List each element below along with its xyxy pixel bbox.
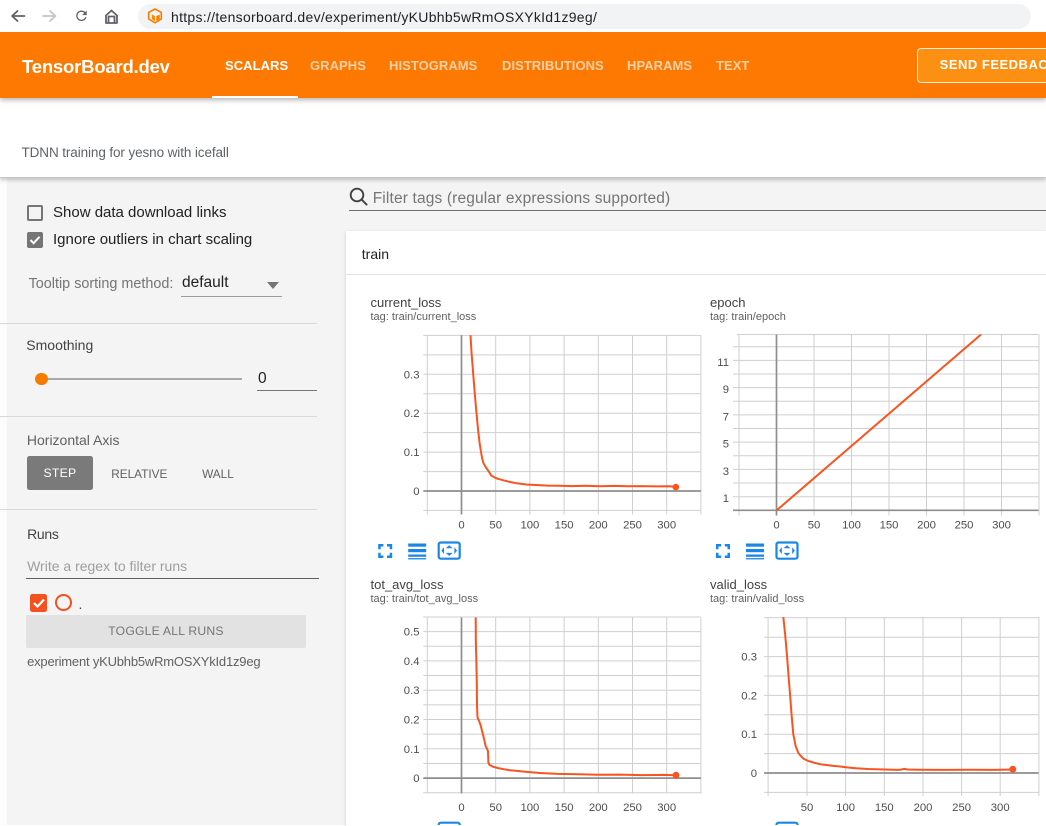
svg-text:250: 250 (623, 520, 642, 532)
svg-text:0: 0 (458, 802, 464, 814)
svg-text:150: 150 (555, 802, 574, 814)
svg-text:100: 100 (842, 520, 861, 532)
svg-text:0.5: 0.5 (404, 627, 420, 639)
svg-text:0: 0 (413, 486, 419, 498)
svg-text:300: 300 (657, 802, 676, 814)
svg-text:50: 50 (801, 802, 814, 814)
svg-text:1: 1 (723, 493, 729, 505)
svg-text:300: 300 (657, 520, 676, 532)
svg-text:200: 200 (589, 802, 608, 814)
svg-text:0: 0 (773, 520, 779, 532)
svg-text:50: 50 (489, 520, 502, 532)
svg-text:11: 11 (717, 357, 729, 369)
svg-text:200: 200 (589, 520, 608, 532)
svg-text:100: 100 (836, 802, 855, 814)
svg-text:250: 250 (623, 802, 642, 814)
svg-text:150: 150 (880, 520, 899, 532)
svg-text:100: 100 (520, 520, 539, 532)
svg-text:0.1: 0.1 (404, 447, 420, 459)
svg-text:0.1: 0.1 (741, 729, 757, 741)
svg-text:0.4: 0.4 (404, 656, 420, 668)
svg-text:5: 5 (723, 439, 729, 451)
svg-text:0.2: 0.2 (741, 690, 757, 702)
svg-text:200: 200 (917, 520, 936, 532)
svg-text:0.3: 0.3 (741, 652, 757, 664)
svg-text:100: 100 (520, 802, 539, 814)
svg-text:50: 50 (808, 520, 821, 532)
svg-text:0.1: 0.1 (404, 744, 420, 756)
svg-text:50: 50 (489, 802, 502, 814)
svg-text:9: 9 (723, 384, 729, 396)
svg-text:0.2: 0.2 (404, 408, 420, 420)
svg-text:0: 0 (413, 773, 419, 785)
svg-text:0: 0 (458, 520, 464, 532)
svg-text:0.3: 0.3 (404, 369, 420, 381)
svg-text:7: 7 (723, 411, 729, 423)
svg-text:0.3: 0.3 (404, 685, 420, 697)
svg-text:3: 3 (723, 466, 729, 478)
svg-text:250: 250 (955, 520, 974, 532)
svg-text:250: 250 (952, 802, 971, 814)
svg-text:0.2: 0.2 (404, 715, 420, 727)
svg-text:150: 150 (555, 520, 574, 532)
svg-text:200: 200 (914, 802, 933, 814)
svg-text:0: 0 (751, 768, 757, 780)
svg-text:300: 300 (992, 520, 1011, 532)
svg-text:300: 300 (991, 802, 1010, 814)
svg-text:150: 150 (875, 802, 894, 814)
